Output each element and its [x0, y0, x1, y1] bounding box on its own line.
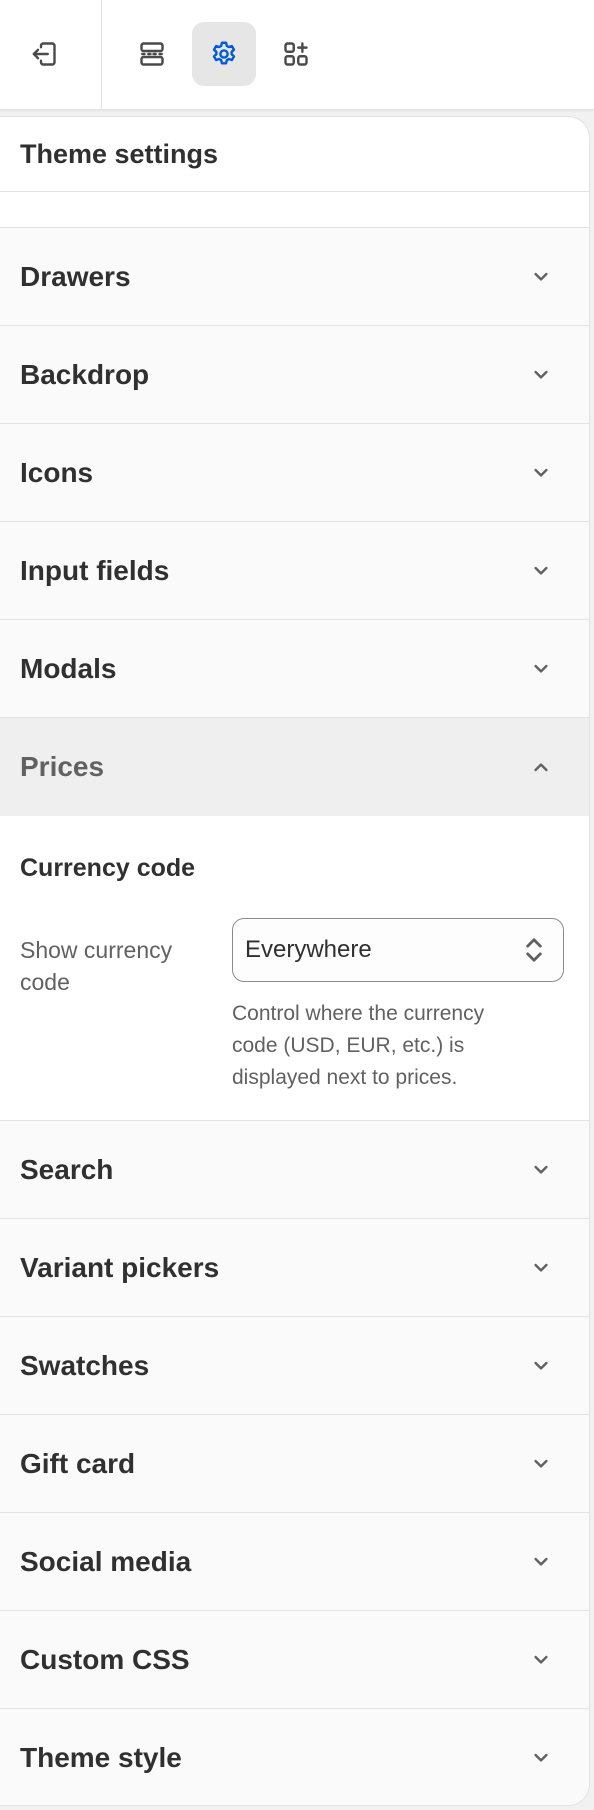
chevron-down-icon [534, 1263, 548, 1272]
chevron-down-icon [534, 1557, 548, 1566]
section-input-fields[interactable]: Input fields [0, 522, 589, 620]
exit-button[interactable] [12, 22, 76, 86]
toolbar-divider [101, 0, 102, 110]
editor-toolbar [0, 0, 594, 110]
chevron-down-icon [534, 1655, 548, 1664]
theme-settings-button[interactable] [192, 22, 256, 86]
section-custom-css[interactable]: Custom CSS [0, 1611, 589, 1709]
section-prices[interactable]: Prices [0, 718, 589, 816]
chevron-down-icon [534, 370, 548, 379]
section-label: Variant pickers [20, 1251, 220, 1283]
gear-icon [212, 41, 236, 65]
section-icons[interactable]: Icons [0, 424, 589, 522]
section-label: Prices [20, 751, 105, 782]
chevron-up-icon [534, 763, 548, 772]
section-label: Search [20, 1153, 114, 1185]
section-backdrop[interactable]: Backdrop [0, 326, 589, 424]
chevron-down-icon [534, 1165, 548, 1174]
chevron-down-icon [534, 468, 548, 477]
show-currency-code-select[interactable]: Everywhere [232, 918, 564, 982]
chevron-down-icon [534, 664, 548, 673]
section-swatches[interactable]: Swatches [0, 1317, 589, 1415]
sections-icon [140, 42, 164, 66]
settings-sections-after: Search Variant pickers Swatches Gift card So… [0, 1121, 589, 1805]
chevron-down-icon [534, 272, 548, 281]
section-label: Social media [20, 1545, 192, 1577]
section-variant-pickers[interactable]: Variant pickers [0, 1219, 589, 1317]
section-label: Gift card [20, 1447, 136, 1479]
section-label: Custom CSS [20, 1643, 190, 1675]
section-drawers[interactable]: Drawers [0, 228, 589, 326]
section-label: Modals [20, 652, 117, 684]
section-label: Icons [20, 456, 94, 488]
select-value: Everywhere [245, 936, 372, 963]
chevron-down-icon [534, 566, 548, 575]
section-theme-style[interactable]: Theme style [0, 1709, 589, 1805]
exit-icon [32, 42, 56, 66]
theme-settings-panel: Theme settings Drawers Backdrop Icons Input… [0, 116, 590, 1806]
prices-section-body: Currency code Show currency code Everywh… [0, 816, 589, 1121]
section-label: Theme style [20, 1741, 182, 1773]
currency-code-heading: Currency code [20, 854, 196, 882]
chevron-down-icon [534, 1753, 548, 1762]
chevron-down-icon [534, 1361, 548, 1370]
show-currency-code-label: Show currency code [20, 937, 173, 995]
section-search[interactable]: Search [0, 1121, 589, 1219]
select-caret-icon [526, 938, 542, 962]
currency-code-help-text: Control where the currency code (USD, EU… [232, 1002, 485, 1089]
sections-button[interactable] [120, 22, 184, 86]
section-label: Swatches [20, 1349, 150, 1381]
settings-sections-before: Drawers Backdrop Icons Input fields Modals [0, 228, 589, 718]
panel-title: Theme settings [20, 138, 219, 169]
section-label: Backdrop [20, 358, 150, 390]
apps-button[interactable] [264, 22, 328, 86]
section-label: Input fields [20, 554, 170, 586]
section-social-media[interactable]: Social media [0, 1513, 589, 1611]
panel-header: Theme settings [0, 117, 589, 192]
section-label: Drawers [20, 260, 131, 292]
scrolled-section-stub [0, 192, 589, 228]
apps-icon [284, 42, 308, 66]
section-gift-card[interactable]: Gift card [0, 1415, 589, 1513]
chevron-down-icon [534, 1459, 548, 1468]
section-modals[interactable]: Modals [0, 620, 589, 718]
